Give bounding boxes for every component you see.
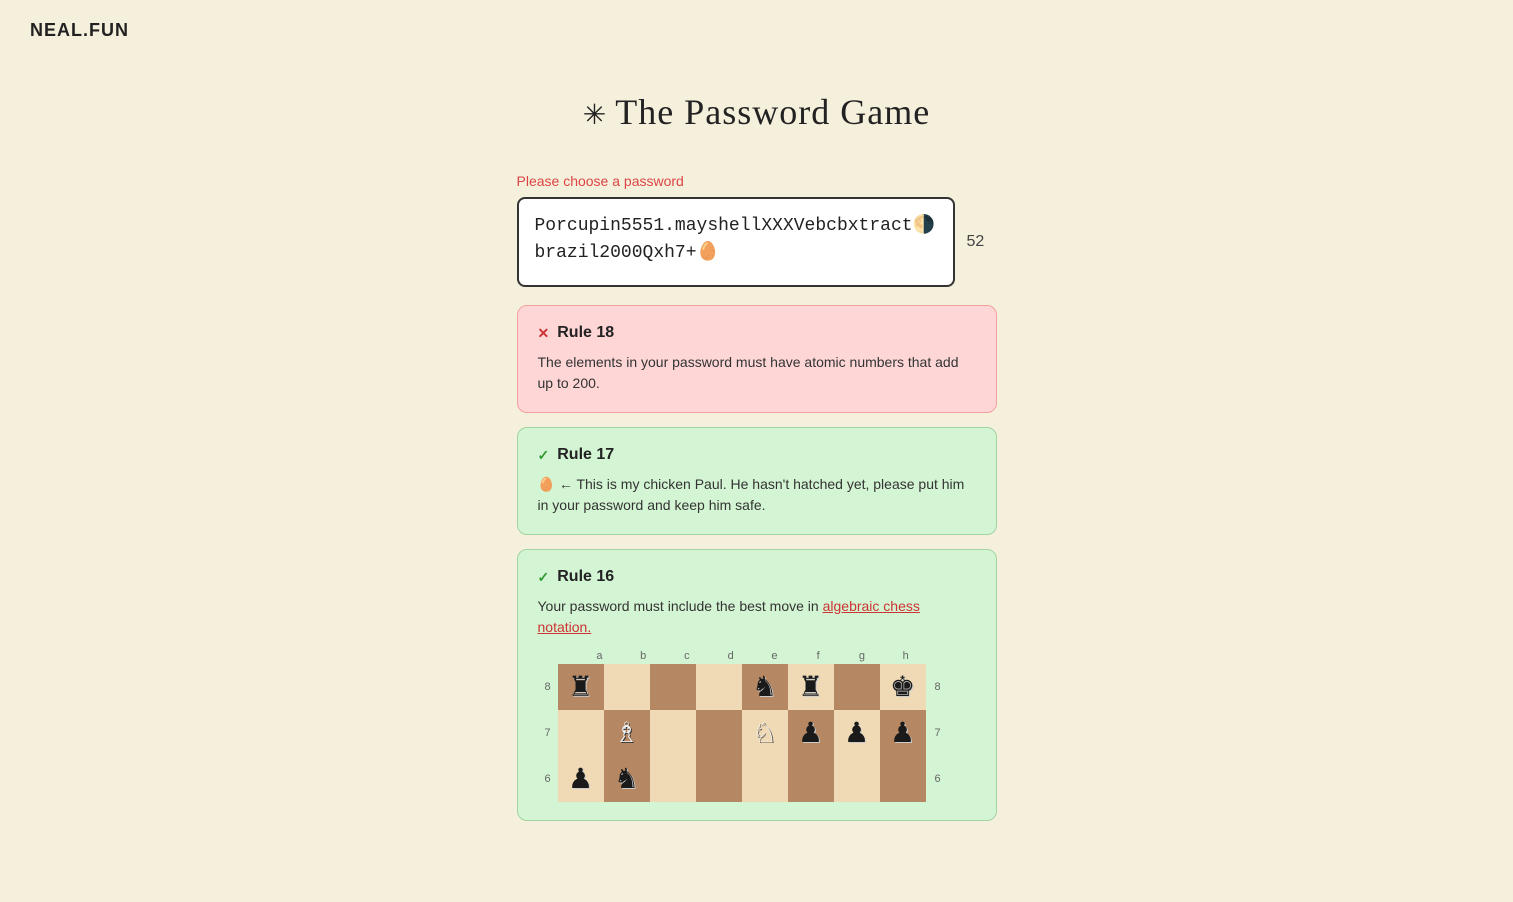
cell-e7: ♘ [742,710,788,756]
cell-g8 [834,664,880,710]
password-input[interactable]: Porcupin5551.mayshellXXXVebcbxtract🌗braz… [517,197,955,287]
cell-b8 [604,664,650,710]
board-coords-top: a b c d e f g h [538,650,948,662]
coord-8-right: 8 [928,681,948,693]
rule-18-body: The elements in your password must have … [538,352,976,394]
rule-18-status-icon: ✕ [538,325,550,342]
rule-18-title: Rule 18 [557,324,614,342]
coord-6-right: 6 [928,773,948,785]
board-row-7: 7 ♗ ♘ ♟ ♟ ♟ 7 [538,710,948,756]
coord-a: a [578,650,622,662]
coord-6-left: 6 [538,773,558,785]
rule-18-header: ✕ Rule 18 [538,324,976,342]
rule-17-status-icon: ✓ [538,447,550,464]
cell-c8 [650,664,696,710]
rule-16-title: Rule 16 [557,568,614,586]
board-row-8: 8 ♜ ♞ ♜ ♚ 8 [538,664,948,710]
cell-h6 [880,756,926,802]
rule-card-18: ✕ Rule 18 The elements in your password … [517,305,997,413]
cell-c6 [650,756,696,802]
coord-g: g [840,650,884,662]
coord-d: d [709,650,753,662]
coord-b: b [621,650,665,662]
rule-16-header: ✓ Rule 16 [538,568,976,586]
rule-17-title: Rule 17 [557,446,614,464]
coord-e: e [753,650,797,662]
rule-16-body: Your password must include the best move… [538,596,976,638]
cell-e8: ♞ [742,664,788,710]
coord-c: c [665,650,709,662]
rule-17-header: ✓ Rule 17 [538,446,976,464]
site-header: NEAL.FUN [0,0,1513,61]
chess-board-container: a b c d e f g h 8 ♜ [538,650,976,802]
cell-h7: ♟ [880,710,926,756]
char-count: 52 [967,233,997,251]
coord-7-left: 7 [538,727,558,739]
cell-b7: ♗ [604,710,650,756]
site-logo[interactable]: NEAL.FUN [30,20,129,40]
main-content: Please choose a password Porcupin5551.ma… [517,173,997,821]
cell-a7 [558,710,604,756]
star-icon: ✳ [583,100,607,131]
coord-7-right: 7 [928,727,948,739]
password-label: Please choose a password [517,173,997,189]
rule-16-body-before-link: Your password must include the best move… [538,598,823,614]
cell-f7: ♟ [788,710,834,756]
coord-f: f [796,650,840,662]
cell-f8: ♜ [788,664,834,710]
board-row-6: 6 ♟ ♞ 6 [538,756,948,802]
cell-a8: ♜ [558,664,604,710]
password-input-row: Porcupin5551.mayshellXXXVebcbxtract🌗braz… [517,197,997,287]
rule-card-17: ✓ Rule 17 🥚 ← This is my chicken Paul. H… [517,427,997,535]
cell-e6 [742,756,788,802]
cell-g7: ♟ [834,710,880,756]
cell-d6 [696,756,742,802]
cell-h8: ♚ [880,664,926,710]
rule-card-16: ✓ Rule 16 Your password must include the… [517,549,997,821]
cell-f6 [788,756,834,802]
page-title: ✳The Password Game [0,91,1513,133]
cell-a6: ♟ [558,756,604,802]
cell-d8 [696,664,742,710]
coord-8-left: 8 [538,681,558,693]
cell-g6 [834,756,880,802]
coord-h: h [884,650,928,662]
cell-c7 [650,710,696,756]
rule-17-body: 🥚 ← This is my chicken Paul. He hasn't h… [538,474,976,516]
rule-16-status-icon: ✓ [538,569,550,586]
page-title-area: ✳The Password Game [0,91,1513,133]
cell-d7 [696,710,742,756]
cell-b6: ♞ [604,756,650,802]
chess-board: a b c d e f g h 8 ♜ [538,650,948,802]
